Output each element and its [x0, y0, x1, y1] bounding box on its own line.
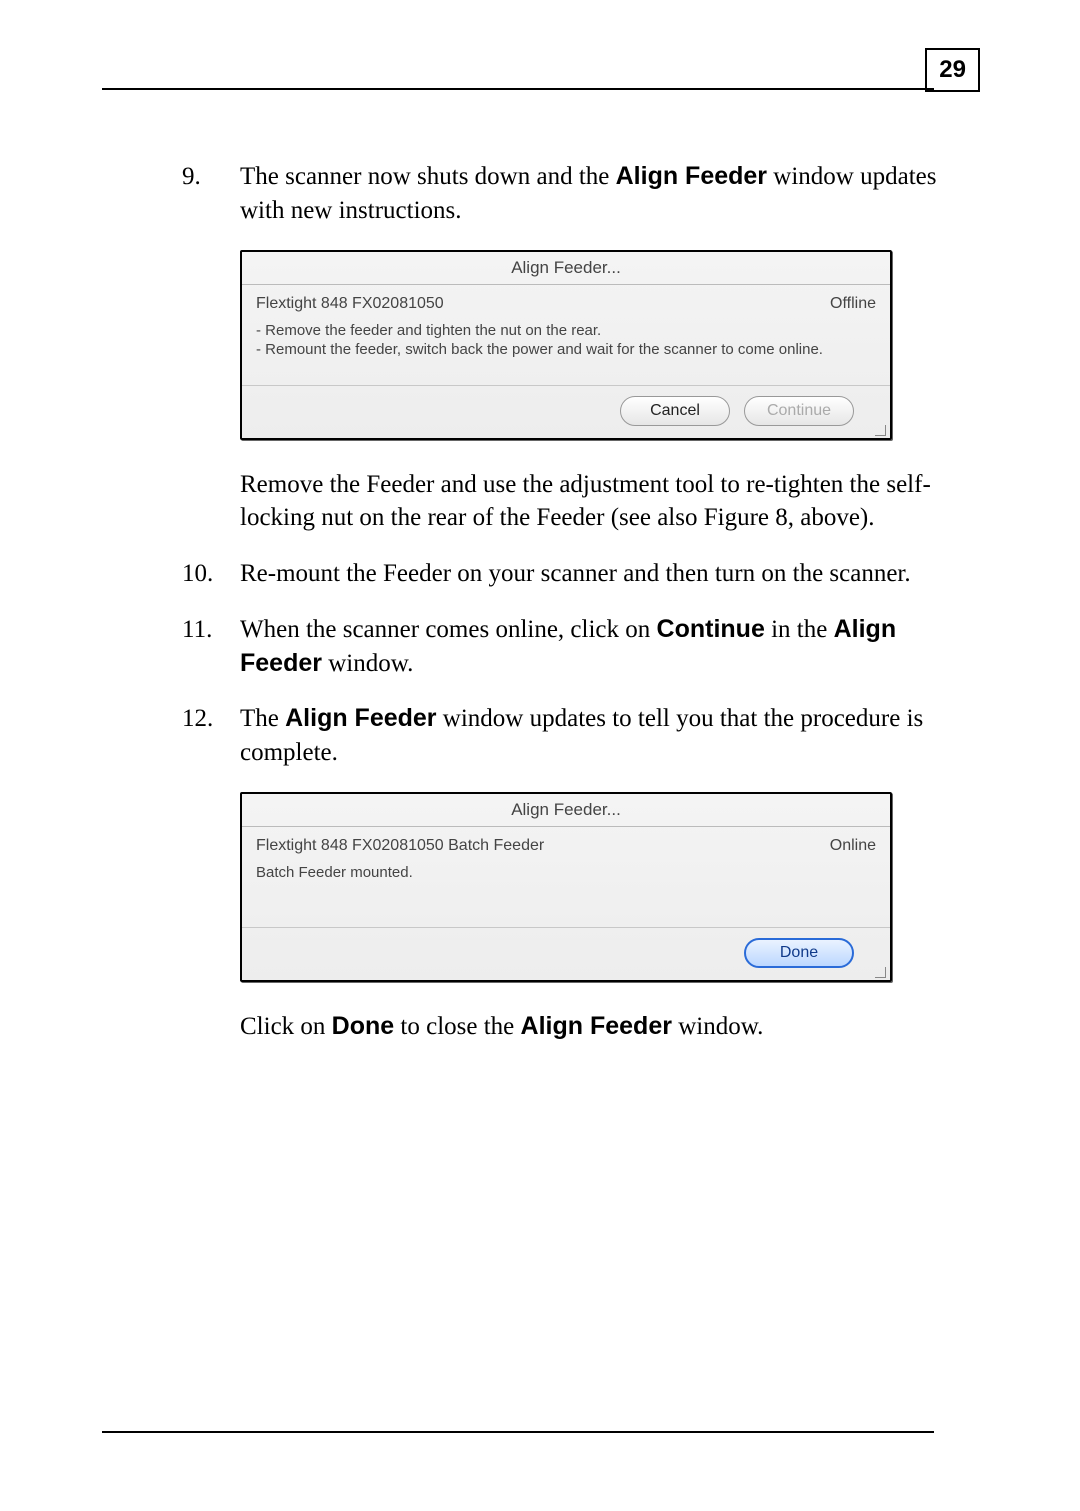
step-9: 9. The scanner now shuts down and the Al… [182, 160, 940, 228]
main-content: 9. The scanner now shuts down and the Al… [182, 160, 940, 1066]
step-text: Click on [240, 1013, 332, 1040]
step-text: window. [322, 650, 413, 677]
header-rule [102, 88, 934, 90]
dialog-instructions: - Remove the feeder and tighten the nut … [242, 319, 890, 386]
step-11: 11. When the scanner comes online, click… [182, 613, 940, 681]
connection-status: Offline [830, 295, 876, 313]
connection-status: Online [830, 837, 876, 855]
device-name: Flextight 848 FX02081050 [256, 295, 444, 313]
ui-term-align-feeder: Align Feeder [521, 1012, 672, 1040]
cancel-button[interactable]: Cancel [620, 396, 730, 426]
dialog-status-message: Batch Feeder mounted. [242, 861, 890, 928]
resize-grip-icon[interactable] [872, 422, 886, 436]
ui-term-align-feeder: Align Feeder [285, 704, 436, 732]
step-text: When the scanner comes online, click on [240, 616, 657, 643]
resize-grip-icon[interactable] [872, 964, 886, 978]
status-line: Batch Feeder mounted. [256, 863, 876, 883]
step-number: 9. [182, 160, 201, 194]
step-number: 11. [182, 613, 212, 647]
footer-rule [102, 1431, 934, 1433]
done-button[interactable]: Done [744, 938, 854, 968]
page-number: 29 [925, 48, 980, 92]
step-text: The [240, 705, 285, 732]
continue-button[interactable]: Continue [744, 396, 854, 426]
device-name: Flextight 848 FX02081050 Batch Feeder [256, 837, 544, 855]
step-text: Re-mount the Feeder on your scanner and … [240, 560, 911, 587]
step-9-continuation: Remove the Feeder and use the adjustment… [240, 468, 940, 536]
step-12-continuation: Click on Done to close the Align Feeder … [240, 1010, 940, 1044]
ui-term-continue: Continue [657, 615, 765, 643]
instruction-line: - Remove the feeder and tighten the nut … [256, 321, 876, 341]
dialog-title: Align Feeder... [242, 794, 890, 827]
step-text: window. [672, 1013, 763, 1040]
step-number: 10. [182, 557, 213, 591]
step-10: 10. Re-mount the Feeder on your scanner … [182, 557, 940, 591]
ui-term-align-feeder: Align Feeder [616, 162, 767, 190]
step-text: in the [765, 616, 834, 643]
step-text: The scanner now shuts down and the [240, 163, 616, 190]
step-12: 12. The Align Feeder window updates to t… [182, 702, 940, 770]
align-feeder-dialog-offline: Align Feeder... Flextight 848 FX02081050… [240, 250, 892, 440]
step-number: 12. [182, 702, 213, 736]
dialog-title: Align Feeder... [242, 252, 890, 285]
align-feeder-dialog-online: Align Feeder... Flextight 848 FX02081050… [240, 792, 892, 982]
instruction-line: - Remount the feeder, switch back the po… [256, 340, 876, 360]
step-text: to close the [394, 1013, 520, 1040]
ui-term-done: Done [332, 1012, 395, 1040]
